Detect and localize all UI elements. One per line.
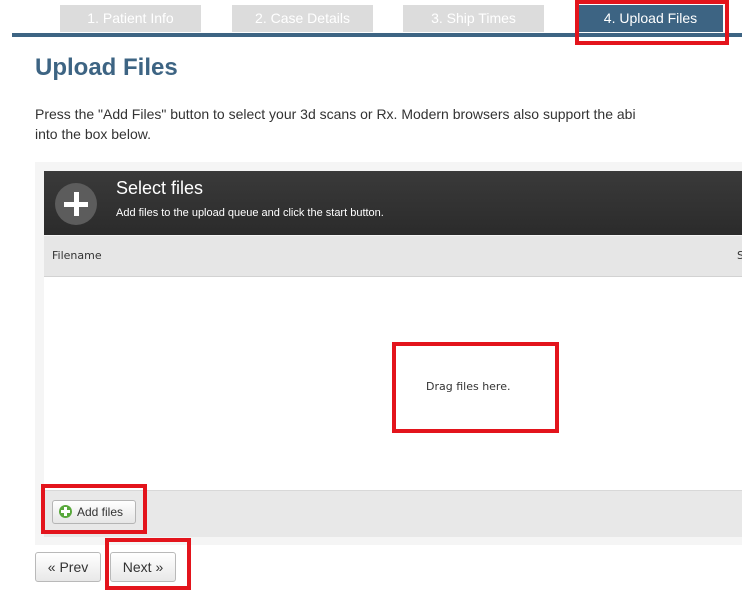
tab-case-details[interactable]: 2. Case Details: [232, 5, 373, 32]
green-plus-icon: [59, 505, 72, 518]
add-files-label: Add files: [77, 505, 124, 519]
next-button[interactable]: Next »: [110, 552, 176, 582]
tab-upload-files[interactable]: 4. Upload Files: [578, 5, 723, 32]
drop-zone-text: Drag files here.: [426, 380, 511, 393]
prev-button[interactable]: « Prev: [35, 552, 101, 582]
tab-patient-info[interactable]: 1. Patient Info: [60, 5, 201, 32]
add-files-button[interactable]: Add files: [52, 500, 136, 524]
instructions-line-2: into the box below.: [35, 126, 151, 142]
plus-circle-icon[interactable]: [55, 183, 97, 225]
tab-ship-times[interactable]: 3. Ship Times: [403, 5, 544, 32]
page-title: Upload Files: [35, 54, 178, 81]
file-list-header: [44, 236, 742, 277]
drop-zone[interactable]: [44, 277, 742, 490]
select-files-subtitle: Add files to the upload queue and click …: [116, 207, 384, 219]
tab-divider: [12, 33, 742, 37]
select-files-title: Select files: [116, 178, 204, 198]
column-filename: Filename: [52, 249, 102, 262]
wizard-tabs: 1. Patient Info 2. Case Details 3. Ship …: [0, 0, 742, 40]
instructions-line-1: Press the "Add Files" button to select y…: [35, 106, 636, 122]
column-size: S: [737, 249, 742, 262]
instructions-text: Press the "Add Files" button to select y…: [35, 104, 742, 144]
uploader-footer: [44, 490, 742, 537]
